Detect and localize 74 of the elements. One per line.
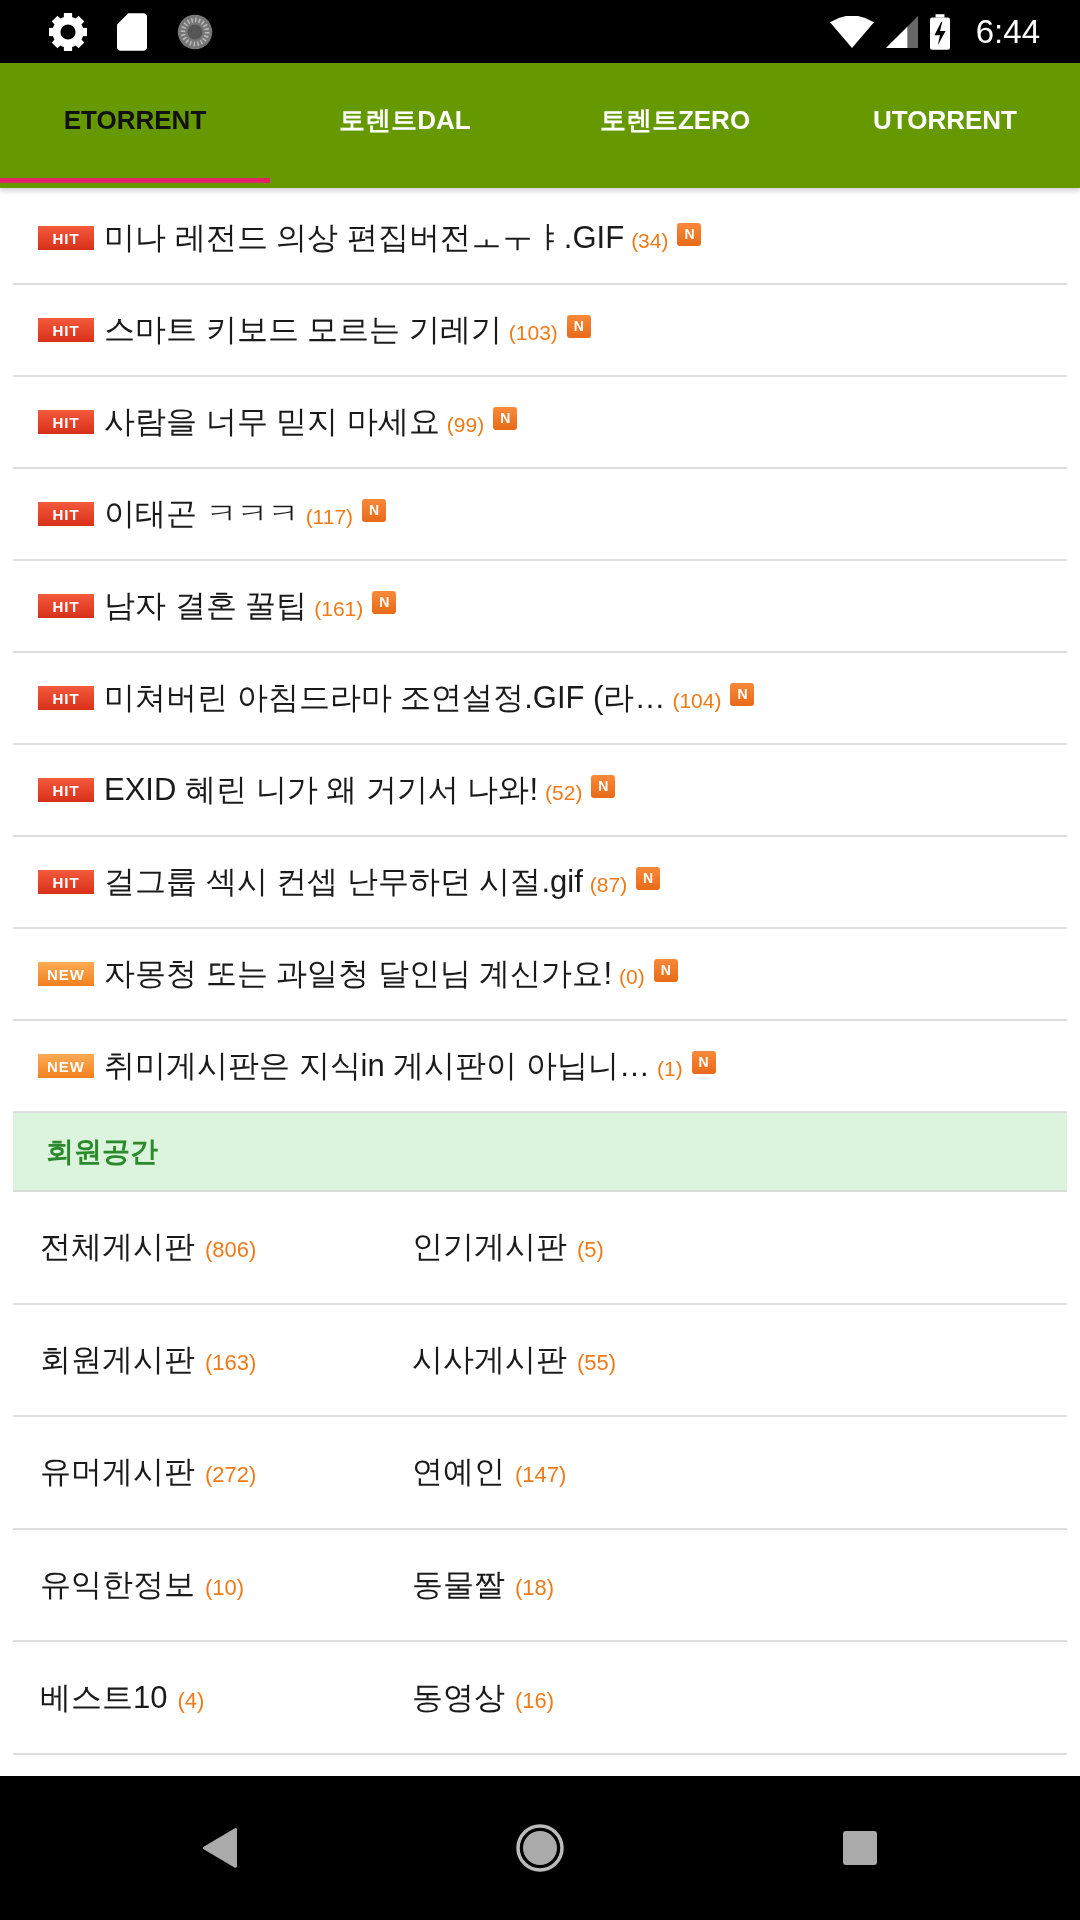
post-title[interactable]: 스마트 키보드 모르는 기레기 xyxy=(104,309,502,351)
new-mark: N xyxy=(591,774,616,798)
settings-icon xyxy=(49,12,87,51)
new-mark: N xyxy=(566,314,591,338)
post-title[interactable]: 걸그룹 섹시 컨셉 난무하던 시절.gif xyxy=(104,861,583,903)
home-icon xyxy=(516,1824,564,1872)
board-link[interactable]: 베스트10 xyxy=(40,1676,168,1719)
post-title[interactable]: 이태곤 ㅋㅋㅋ xyxy=(104,493,299,535)
new-mark: N xyxy=(677,222,702,246)
hit-badge: HIT xyxy=(38,410,94,434)
post-title[interactable]: 사람을 너무 믿지 마세요 xyxy=(104,401,440,443)
post-title[interactable]: EXID 혜린 니가 왜 거기서 나와! xyxy=(104,769,539,811)
board-link[interactable]: 전체게시판 xyxy=(40,1226,195,1269)
new-mark: N xyxy=(372,590,397,614)
comment-count: (99) xyxy=(446,413,485,437)
comment-count: (34) xyxy=(631,229,669,253)
hit-badge: HIT xyxy=(38,870,94,894)
new-mark: N xyxy=(730,682,755,706)
home-button[interactable] xyxy=(516,1824,564,1872)
hit-badge: HIT xyxy=(38,502,94,526)
post-count: (4) xyxy=(177,1687,205,1714)
battery-charging-icon xyxy=(929,13,950,50)
wifi-icon xyxy=(829,15,874,48)
hit-badge: HIT xyxy=(38,686,94,710)
new-badge: NEW xyxy=(38,962,94,986)
post-count: (10) xyxy=(205,1575,245,1602)
new-mark: N xyxy=(691,1050,716,1074)
hit-badge: HIT xyxy=(38,226,94,250)
comment-count: (103) xyxy=(508,321,558,345)
hit-badge: HIT xyxy=(38,778,94,802)
new-badge: NEW xyxy=(38,1054,94,1078)
post-count: (16) xyxy=(515,1687,555,1714)
post-count: (55) xyxy=(577,1349,617,1376)
board-link[interactable]: 동물짤 xyxy=(412,1564,505,1607)
board-link[interactable]: 회원게시판 xyxy=(40,1338,195,1381)
board-link[interactable]: 유익한정보 xyxy=(40,1564,195,1607)
comment-count: (161) xyxy=(314,597,364,621)
back-icon xyxy=(203,1828,237,1868)
new-mark: N xyxy=(636,866,661,890)
post-count: (5) xyxy=(577,1237,604,1264)
hit-badge: HIT xyxy=(38,594,94,618)
board-link[interactable]: 연예인 xyxy=(412,1451,505,1494)
post-count: (272) xyxy=(205,1462,257,1489)
post-count: (18) xyxy=(515,1575,555,1602)
comment-count: (104) xyxy=(672,689,722,713)
board-link[interactable]: 인기게시판 xyxy=(412,1226,567,1269)
post-title[interactable]: 취미게시판은 지식in 게시판이 아닙니… xyxy=(104,1045,650,1087)
section-header: 회원공간 xyxy=(13,1113,1067,1192)
hit-badge: HIT xyxy=(38,318,94,342)
post-count: (147) xyxy=(515,1462,567,1489)
back-button[interactable] xyxy=(203,1828,237,1868)
post-count: (806) xyxy=(205,1237,257,1264)
post-title[interactable]: 남자 결혼 꿀팁 xyxy=(104,585,308,627)
new-mark: N xyxy=(362,498,387,522)
post-count: (163) xyxy=(205,1349,257,1376)
board-link[interactable]: 유머게시판 xyxy=(40,1451,195,1494)
board-link[interactable]: 시사게시판 xyxy=(412,1338,567,1381)
comment-count: (117) xyxy=(305,505,354,529)
new-mark: N xyxy=(653,958,678,982)
comment-count: (1) xyxy=(656,1057,683,1081)
tab[interactable]: ETORRENT xyxy=(0,63,270,183)
sd-card-icon xyxy=(117,12,147,51)
new-mark: N xyxy=(493,406,518,430)
comment-count: (52) xyxy=(545,781,583,805)
board-link[interactable]: 동영상 xyxy=(412,1676,505,1719)
comment-count: (87) xyxy=(589,873,628,897)
signal-icon xyxy=(885,15,918,48)
post-title[interactable]: 자몽청 또는 과일청 달인님 계신가요! xyxy=(104,953,613,995)
loading-icon xyxy=(177,13,213,50)
comment-count: (0) xyxy=(619,965,645,989)
post-title[interactable]: 미쳐버린 아침드라마 조연설정.GIF (라… xyxy=(104,677,666,719)
recents-icon xyxy=(843,1831,877,1865)
status-time: 6:44 xyxy=(975,12,1040,51)
post-title[interactable]: 미나 레전드 의상 편집버전ㅗㅜㅑ.GIF xyxy=(104,217,625,259)
